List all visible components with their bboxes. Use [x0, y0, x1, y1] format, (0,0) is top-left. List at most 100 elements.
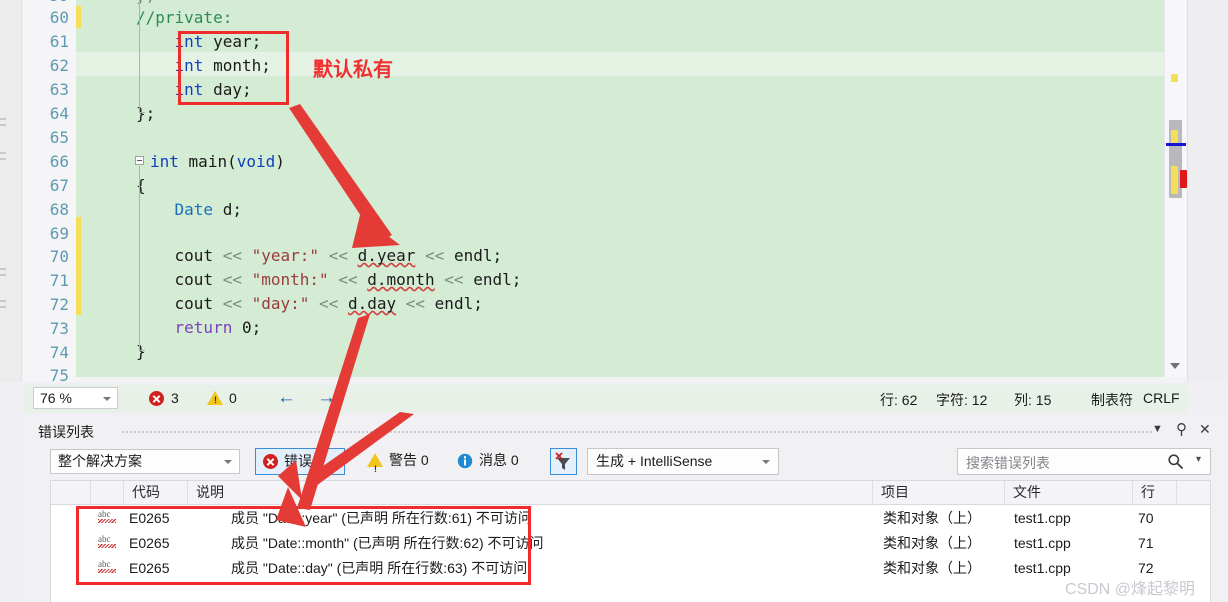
error-list-panel: 错误列表 ▼ ⚲ ✕ 整个解决方案 错误 3 ! 警告 0 消息 0 生成 + … — [23, 418, 1227, 602]
code-token-zero: 0; — [241, 318, 262, 337]
search-options-caret[interactable]: ▾ — [1196, 454, 1201, 465]
code-token-shift-2c: << — [444, 270, 464, 289]
grid-header-row: 代码 说明 项目 文件 行 — [51, 481, 1210, 505]
code-token-cout-2: cout — [174, 270, 214, 289]
code-line-61: int year; — [136, 32, 262, 51]
chevron-down-icon — [103, 397, 111, 401]
abc-squiggle-icon: abc — [97, 559, 119, 576]
messages-filter-label: 消息 0 — [479, 452, 519, 468]
left-edge-strip — [0, 0, 22, 382]
scope-filter-combo[interactable]: 整个解决方案 — [50, 449, 240, 474]
line-number-gutter: 59 60 61 62 63 64 65 66 67 68 69 70 71 7… — [23, 0, 98, 385]
code-token-cout-1: cout — [174, 246, 214, 265]
build-source-combo[interactable]: 生成 + IntelliSense — [587, 448, 779, 475]
clear-filter-button[interactable] — [550, 448, 577, 475]
code-token-paren-open: ( — [227, 152, 237, 171]
errors-filter-button[interactable]: 错误 3 — [255, 448, 345, 475]
column-header-icon[interactable] — [51, 481, 91, 504]
warning-glyph: ! — [374, 464, 377, 474]
column-header-file[interactable]: 文件 — [1005, 481, 1133, 504]
status-char: 字符: 12 — [936, 392, 988, 408]
change-marker — [76, 217, 81, 315]
code-token-d-month: d.month — [367, 270, 435, 289]
warning-icon: ! — [367, 453, 383, 474]
code-token-return: return — [174, 318, 233, 337]
status-line: 行: 62 — [880, 392, 918, 408]
pin-icon[interactable]: ⚲ — [1176, 420, 1187, 438]
cell-description: 成员 "Date::year" (已声明 所在行数:61) 不可访问 — [231, 510, 532, 526]
editor-vertical-scrollbar[interactable] — [1164, 0, 1187, 377]
panel-title-bar: 错误列表 ▼ ⚲ ✕ — [23, 418, 1227, 444]
table-row[interactable]: abc E0265 成员 "Date::month" (已声明 所在行数:62)… — [51, 531, 1210, 556]
code-token-endl-1: endl; — [453, 246, 503, 265]
warning-glyph: ! — [214, 395, 217, 405]
code-line-68: Date d; — [136, 200, 242, 219]
code-token-int-3: int — [174, 80, 204, 99]
code-token-shift-1a: << — [222, 246, 242, 265]
code-token-main: main — [188, 152, 228, 171]
close-icon[interactable]: ✕ — [1199, 421, 1211, 438]
cell-code: E0265 — [129, 560, 170, 576]
cell-description: 成员 "Date::day" (已声明 所在行数:63) 不可访问 — [231, 560, 528, 576]
fold-toggle-main[interactable] — [135, 156, 144, 165]
cell-description: 成员 "Date::month" (已声明 所在行数:62) 不可访问 — [231, 535, 544, 551]
navigate-forward-icon[interactable]: → — [317, 387, 336, 409]
code-token-endl-3: endl; — [434, 294, 483, 313]
code-surface[interactable]: }; //private: int year; int month; int d… — [76, 0, 1164, 377]
code-line-70: cout << "year:" << d.year << endl; — [136, 246, 503, 265]
panel-menu-icon[interactable]: ▼ — [1152, 423, 1163, 435]
cell-file: test1.cpp — [1014, 510, 1071, 526]
status-tab-mode: 制表符 — [1091, 392, 1133, 408]
code-token-str-year: "year:" — [251, 246, 320, 265]
code-token-shift-3c: << — [405, 294, 426, 313]
watermark: CSDN @烽起黎明 — [1065, 581, 1196, 598]
code-token-year: year; — [213, 32, 262, 51]
code-token-cout-3: cout — [174, 294, 214, 313]
code-token-brace-open: { — [136, 176, 146, 195]
code-token-endl-2: endl; — [473, 270, 522, 289]
column-header-project[interactable]: 项目 — [873, 481, 1005, 504]
code-line-63: int day; — [136, 80, 252, 99]
change-marker — [76, 6, 81, 28]
cell-project: 类和对象（上） — [883, 560, 981, 576]
messages-filter-button[interactable]: 消息 0 — [451, 448, 543, 475]
code-token-shift-1c: << — [425, 246, 445, 265]
cell-code: E0265 — [129, 510, 170, 526]
code-line-67: { — [136, 176, 146, 195]
error-icon — [263, 454, 278, 469]
code-line-60: //private: — [136, 8, 232, 27]
chevron-down-icon — [762, 460, 770, 464]
code-line-74: } — [136, 342, 146, 361]
column-header-line[interactable]: 行 — [1133, 481, 1177, 504]
right-edge-strip — [1187, 0, 1228, 382]
column-header-description[interactable]: 说明 — [188, 481, 873, 504]
code-token-int: int — [174, 32, 204, 51]
table-row[interactable]: abc E0265 成员 "Date::day" (已声明 所在行数:63) 不… — [51, 556, 1210, 581]
code-token-month: month; — [213, 56, 271, 75]
status-column: 列: 15 — [1014, 392, 1052, 408]
navigate-back-icon[interactable]: ← — [277, 387, 296, 409]
code-token-shift-2a: << — [222, 270, 242, 289]
status-eol: CRLF — [1143, 390, 1180, 406]
column-header-severity[interactable] — [91, 481, 124, 504]
search-placeholder: 搜索错误列表 — [966, 455, 1050, 471]
cell-file: test1.cpp — [1014, 535, 1071, 551]
code-line-62: int month; — [136, 56, 271, 75]
error-icon — [149, 391, 164, 406]
errors-filter-label: 错误 3 — [284, 453, 324, 469]
annotation-text-default-private: 默认私有 — [313, 57, 393, 81]
zoom-level-combo[interactable]: 76 % — [33, 387, 118, 409]
scroll-caret-marker — [1166, 143, 1186, 146]
column-header-suppress[interactable] — [1177, 481, 1210, 504]
warnings-filter-button[interactable]: ! 警告 0 — [361, 448, 453, 475]
search-error-list-box[interactable]: 搜索错误列表 ▾ — [957, 448, 1211, 475]
panel-toolbar: 整个解决方案 错误 3 ! 警告 0 消息 0 生成 + IntelliSens… — [23, 445, 1227, 479]
column-header-code[interactable]: 代码 — [124, 481, 188, 504]
scroll-down-arrow[interactable] — [1170, 363, 1180, 369]
zoom-level-value: 76 % — [40, 390, 72, 406]
search-icon[interactable] — [1167, 453, 1184, 470]
cell-line: 70 — [1138, 510, 1154, 526]
table-row[interactable]: abc E0265 成员 "Date::year" (已声明 所在行数:61) … — [51, 506, 1210, 531]
code-token-shift-1b: << — [328, 246, 348, 265]
build-source-value: 生成 + IntelliSense — [596, 453, 713, 469]
